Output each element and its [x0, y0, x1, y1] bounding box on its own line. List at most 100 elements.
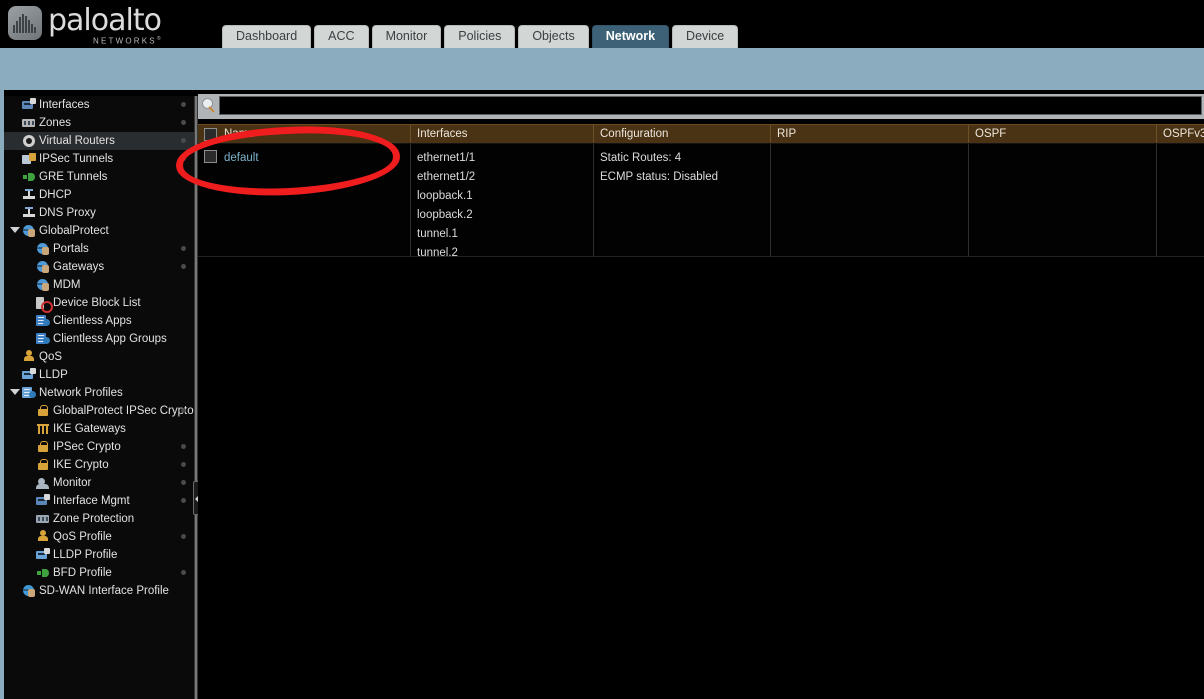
sidebar-item-qos-profile[interactable]: QoS Profile: [4, 528, 194, 546]
sidebar-item-ike-crypto[interactable]: IKE Crypto: [4, 456, 194, 474]
monitor-profile-icon: [36, 476, 50, 490]
device-block-list-icon: [36, 296, 53, 313]
column-header-configuration[interactable]: Configuration: [593, 125, 770, 143]
brand-tagline: NETWORKS®: [93, 36, 163, 46]
tab-acc[interactable]: ACC: [314, 25, 369, 48]
sidebar-item-dns-proxy[interactable]: DNS Proxy: [4, 204, 194, 222]
status-dot-icon: [181, 120, 186, 125]
status-dot-icon: [181, 246, 186, 251]
chevron-down-icon[interactable]: [10, 389, 20, 395]
sidebar-item-label: IKE Gateways: [53, 423, 126, 435]
row-checkbox[interactable]: [204, 150, 217, 163]
interfaces-icon: [22, 98, 36, 112]
cell-name: default: [198, 144, 410, 257]
gateways-icon: [36, 260, 50, 274]
sidebar-item-virtual-routers[interactable]: Virtual Routers: [4, 132, 194, 150]
lock-icon: [36, 440, 50, 454]
tab-network[interactable]: Network: [591, 25, 670, 48]
sidebar-item-label: QoS Profile: [53, 531, 112, 543]
sidebar-item-zones[interactable]: Zones: [4, 114, 194, 132]
status-dot-icon: [181, 138, 186, 143]
sidebar-item-zone-protection[interactable]: Zone Protection: [4, 510, 194, 528]
ike-gateways-icon: [36, 422, 50, 436]
sidebar-item-qos[interactable]: QoS: [4, 348, 194, 366]
sidebar-item-lldp-profile[interactable]: LLDP Profile: [4, 546, 194, 564]
sidebar-item-network-profiles[interactable]: Network Profiles: [4, 384, 194, 402]
sidebar-item-clientless-apps[interactable]: Clientless Apps: [4, 312, 194, 330]
sidebar-item-ike-gateways[interactable]: IKE Gateways: [4, 420, 194, 438]
lock-icon: [36, 458, 50, 472]
sidebar-item-lldp[interactable]: LLDP: [4, 366, 194, 384]
sidebar-item-globalprotect-ipsec-crypto[interactable]: GlobalProtect IPSec Crypto: [4, 402, 194, 420]
cell-line: ethernet1/1: [417, 152, 476, 164]
globalprotect-icon: [22, 224, 36, 238]
sidebar-item-label: Zone Protection: [53, 513, 135, 525]
status-dot-icon: [181, 444, 186, 449]
sidebar-item-ipsec-crypto[interactable]: IPSec Crypto: [4, 438, 194, 456]
sidebar-item-label: Clientless App Groups: [53, 333, 167, 345]
virtual-routers-icon: [22, 134, 36, 148]
sidebar-item-portals[interactable]: Portals: [4, 240, 194, 258]
sidebar-item-label: MDM: [53, 279, 81, 291]
column-header-name[interactable]: Name: [198, 125, 410, 143]
chevron-down-icon[interactable]: [10, 227, 20, 233]
sidebar-item-device-block-list[interactable]: Device Block List: [4, 294, 194, 313]
table-body: default ethernet1/1 ethernet1/2 loopback.1 l…: [198, 144, 1204, 259]
ipsec-tunnels-icon: [22, 152, 36, 166]
sidebar-item-label: Virtual Routers: [39, 135, 115, 147]
sidebar-item-globalprotect[interactable]: GlobalProtect: [4, 222, 194, 240]
sidebar-item-label: QoS: [39, 351, 63, 363]
sdwan-interface-profile-icon: [22, 584, 36, 598]
sidebar-item-interfaces[interactable]: Interfaces: [4, 96, 194, 114]
sidebar-item-gateways[interactable]: Gateways: [4, 258, 194, 276]
sidebar-item-gre-tunnels[interactable]: GRE Tunnels: [4, 168, 194, 186]
lldp-icon: [22, 368, 36, 382]
sidebar-item-label: Portals: [53, 243, 89, 255]
sidebar-item-bfd-profile[interactable]: BFD Profile: [4, 564, 194, 582]
status-dot-icon: [181, 462, 186, 467]
sidebar-item-dhcp[interactable]: DHCP: [4, 186, 194, 204]
virtual-routers-table: Name Interfaces Configuration RIP OSPF OSPFv3…: [198, 124, 1204, 259]
sidebar-item-label: LLDP Profile: [53, 549, 118, 561]
column-header-interfaces[interactable]: Interfaces: [410, 125, 593, 143]
sidebar-item-interface-mgmt[interactable]: Interface Mgmt: [4, 492, 194, 510]
sidebar-item-monitor[interactable]: Monitor: [4, 474, 194, 492]
sidebar-item-label: Interface Mgmt: [53, 495, 130, 507]
column-header-ospf[interactable]: OSPF: [968, 125, 1156, 143]
tab-policies[interactable]: Policies: [444, 25, 516, 48]
dhcp-icon: [22, 188, 36, 202]
left-navigation-sidebar[interactable]: Interfaces Zones Virtual Routers IPSec Tunn…: [4, 96, 194, 699]
sidebar-item-label: GlobalProtect: [39, 225, 109, 237]
column-header-ospfv3[interactable]: OSPFv3: [1156, 125, 1204, 143]
portals-icon: [36, 242, 50, 256]
cell-line: tunnel.1: [417, 228, 458, 240]
column-header-rip[interactable]: RIP: [770, 125, 968, 143]
cell-line: loopback.2: [417, 209, 473, 221]
clientless-app-groups-icon: [36, 332, 50, 346]
sidebar-item-sd-wan-interface-profile[interactable]: SD-WAN Interface Profile: [4, 582, 194, 600]
table-header-row: Name Interfaces Configuration RIP OSPF OSPFv3: [198, 124, 1204, 144]
sidebar-item-label: Monitor: [53, 477, 92, 489]
tab-monitor[interactable]: Monitor: [371, 25, 442, 48]
sidebar-item-label: Device Block List: [53, 297, 141, 309]
status-dot-icon: [181, 156, 186, 161]
tab-dashboard[interactable]: Dashboard: [222, 25, 312, 48]
bfd-profile-icon: [36, 566, 50, 580]
virtual-router-name-link[interactable]: default: [224, 149, 259, 168]
sidebar-item-label: BFD Profile: [53, 567, 112, 579]
tab-objects[interactable]: Objects: [518, 25, 589, 48]
sidebar-item-label: SD-WAN Interface Profile: [39, 585, 169, 597]
main-tab-bar[interactable]: Dashboard ACC Monitor Policies Objects Networ…: [222, 25, 741, 48]
tab-device[interactable]: Device: [672, 25, 739, 48]
status-dot-icon: [181, 480, 186, 485]
qos-profile-icon: [36, 530, 50, 544]
sidebar-item-clientless-app-groups[interactable]: Clientless App Groups: [4, 330, 194, 348]
lock-icon: [36, 404, 50, 418]
status-dot-icon: [181, 408, 186, 413]
sidebar-item-ipsec-tunnels[interactable]: IPSec Tunnels: [4, 150, 194, 168]
search-input[interactable]: [219, 96, 1202, 115]
cell-line: loopback.1: [417, 190, 473, 202]
sidebar-item-mdm[interactable]: MDM: [4, 276, 194, 294]
cell-line: ECMP status: Disabled: [600, 171, 719, 183]
zones-icon: [22, 116, 36, 130]
